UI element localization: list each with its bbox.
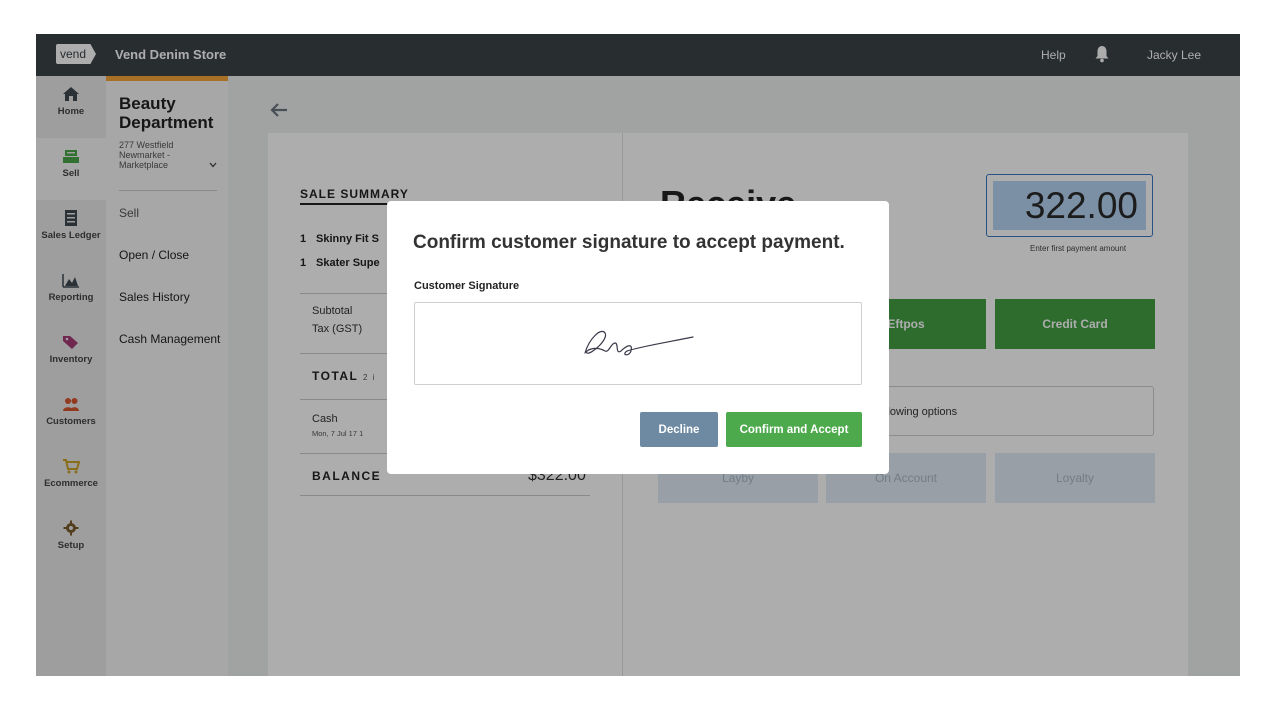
confirm-accept-button[interactable]: Confirm and Accept bbox=[726, 412, 862, 447]
signature-modal: Confirm customer signature to accept pay… bbox=[387, 201, 889, 474]
modal-title: Confirm customer signature to accept pay… bbox=[413, 232, 845, 253]
decline-button[interactable]: Decline bbox=[640, 412, 718, 447]
signature-label: Customer Signature bbox=[414, 280, 520, 292]
signature-drawing bbox=[584, 330, 694, 356]
signature-pad[interactable] bbox=[414, 302, 862, 385]
